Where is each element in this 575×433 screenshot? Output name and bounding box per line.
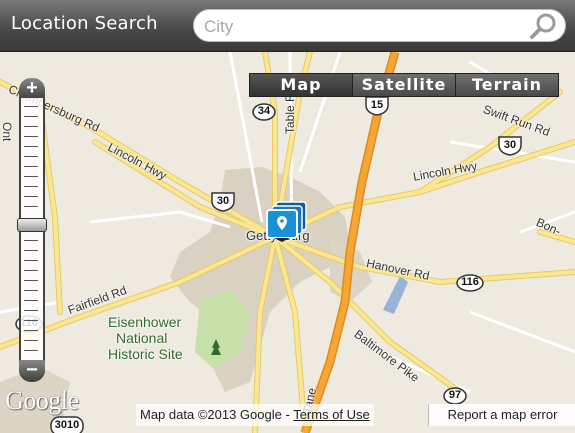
location-search-widget: Location Search City Chambersburg Rd Ont…: [0, 0, 575, 433]
zoom-control: + −: [17, 76, 47, 382]
city-search-input[interactable]: [202, 15, 526, 39]
park-label-line-3: Historic Site: [108, 346, 183, 362]
zoom-tick: [24, 280, 38, 281]
park-label-line-2: National: [116, 330, 168, 346]
map-attribution: Map data ©2013 Google - Terms of Use: [136, 404, 374, 426]
zoom-tick: [24, 320, 38, 321]
zoom-tick: [24, 310, 38, 311]
terms-of-use-link[interactable]: Terms of Use: [293, 407, 370, 422]
google-logo[interactable]: Google: [5, 386, 79, 416]
map-type-map-button[interactable]: Map: [250, 74, 353, 96]
zoom-tick: [24, 350, 38, 351]
header-title: Location Search: [11, 13, 158, 34]
map-canvas[interactable]: Chambersburg Rd Ont Lincoln Hwy Table R …: [0, 52, 575, 433]
route-shield-pa116-east: 116: [455, 273, 485, 293]
location-marker-icon[interactable]: [264, 196, 310, 242]
map-data-text: Map data ©2013 Google -: [140, 407, 290, 422]
route-shield-us30-east: 30: [497, 136, 523, 156]
report-map-error-link[interactable]: Report a map error: [428, 404, 575, 426]
zoom-tick: [24, 146, 38, 147]
zoom-in-button[interactable]: +: [19, 78, 45, 98]
road-label-table-rock: Table R: [283, 93, 297, 134]
route-shield-97: 97: [442, 386, 468, 406]
zoom-tick: [24, 166, 38, 167]
route-shield-us15: 15: [364, 96, 390, 116]
route-shield-pa34: 34: [251, 102, 277, 122]
header-bar: Location Search: [0, 0, 575, 52]
zoom-tick: [24, 260, 38, 261]
zoom-tick: [24, 106, 38, 107]
map-type-terrain-button[interactable]: Terrain: [456, 74, 558, 96]
zoom-tick: [24, 206, 38, 207]
zoom-tick: [24, 300, 38, 301]
route-shield-us30-west: 30: [210, 192, 236, 212]
route-shield-3010: 3010: [50, 416, 84, 433]
park-label-line-1: Eisenhower: [108, 314, 182, 330]
zoom-tick: [24, 186, 38, 187]
park-label: Eisenhower National Historic Site: [108, 314, 183, 362]
search-box: [193, 9, 566, 42]
zoom-tick: [24, 340, 38, 341]
zoom-tick: [24, 196, 38, 197]
zoom-tick: [24, 330, 38, 331]
zoom-tick: [24, 270, 38, 271]
zoom-tick: [24, 136, 38, 137]
zoom-tick: [24, 126, 38, 127]
map-type-satellite-button[interactable]: Satellite: [353, 74, 456, 96]
zoom-tick: [24, 250, 38, 251]
zoom-slider-handle[interactable]: [17, 218, 47, 232]
map-type-control: Map Satellite Terrain: [249, 73, 559, 97]
zoom-tick: [24, 240, 38, 241]
zoom-tick: [24, 290, 38, 291]
zoom-tick: [24, 156, 38, 157]
zoom-tick: [24, 176, 38, 177]
zoom-tick: [24, 116, 38, 117]
search-icon[interactable]: [529, 12, 559, 40]
road-label-vertical: Ont: [0, 122, 14, 142]
